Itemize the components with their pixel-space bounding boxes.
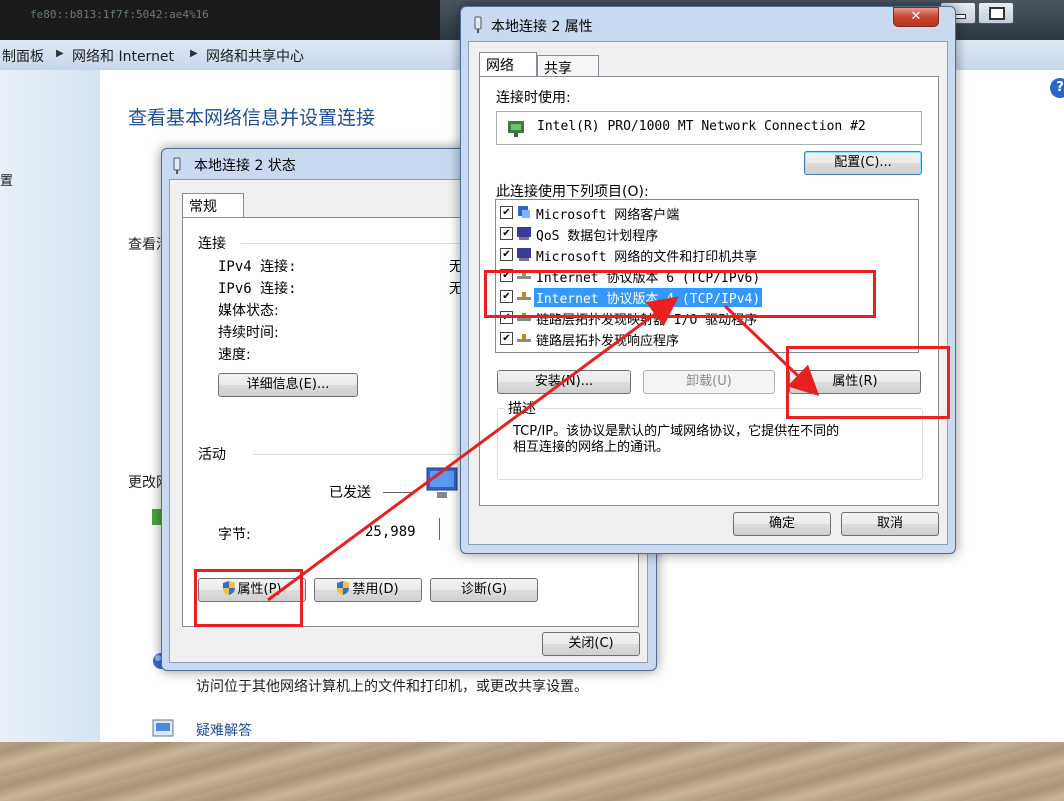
annotation-arrows bbox=[267, 296, 820, 602]
annotation-arrow bbox=[723, 304, 820, 397]
annotation-arrow bbox=[267, 296, 679, 602]
